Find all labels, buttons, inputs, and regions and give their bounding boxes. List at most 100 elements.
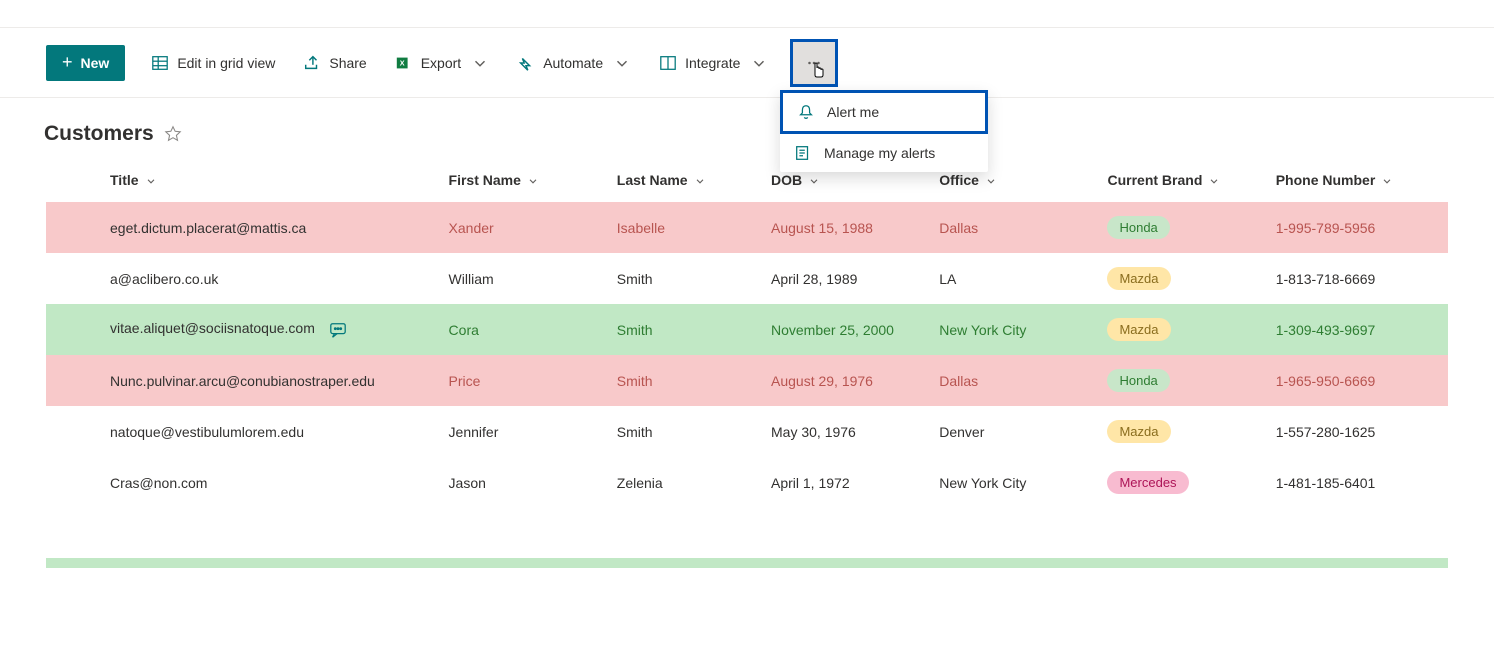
manage-alerts-icon — [794, 144, 812, 162]
cell-dob: August 29, 1976 — [761, 355, 929, 406]
automate-button[interactable]: Automate — [505, 45, 643, 81]
cell-phone: 1-557-280-1625 — [1266, 406, 1448, 457]
brand-pill: Mazda — [1107, 318, 1170, 341]
chevron-down-icon — [1208, 175, 1220, 187]
chevron-down-icon — [527, 175, 539, 187]
topbar-spacer — [0, 0, 1494, 28]
cell-brand: Honda — [1097, 202, 1265, 253]
star-outline-icon[interactable] — [164, 125, 182, 143]
excel-icon: X — [395, 54, 413, 72]
cell-brand: Mazda — [1097, 253, 1265, 304]
cell-brand: Honda — [1097, 355, 1265, 406]
cell-office: New York City — [929, 304, 1097, 355]
brand-pill: Honda — [1107, 369, 1169, 392]
manage-alerts-label: Manage my alerts — [824, 145, 935, 161]
item-link[interactable]: natoque@vestibulumlorem.edu — [110, 424, 304, 440]
cell-phone: 1-309-493-9697 — [1266, 304, 1448, 355]
automate-label: Automate — [543, 55, 603, 71]
col-first-name[interactable]: First Name — [439, 158, 607, 202]
item-link[interactable]: Nunc.pulvinar.arcu@conubianostraper.edu — [110, 373, 375, 389]
item-link[interactable]: eget.dictum.placerat@mattis.ca — [110, 220, 306, 236]
table-container: Title First Name Last Name DOB Office Cu… — [0, 158, 1494, 508]
share-label: Share — [329, 55, 366, 71]
cell-last-name: Zelenia — [607, 457, 761, 508]
export-label: Export — [421, 55, 461, 71]
more-actions-dropdown: Alert me Manage my alerts — [780, 90, 988, 172]
cell-first-name: Price — [439, 355, 607, 406]
new-button-label: New — [81, 55, 110, 71]
page-title: Customers — [44, 122, 154, 146]
cell-phone: 1-965-950-6669 — [1266, 355, 1448, 406]
cell-dob: August 15, 1988 — [761, 202, 929, 253]
cell-brand: Mazda — [1097, 406, 1265, 457]
chevron-down-icon — [613, 54, 631, 72]
cell-brand: Mazda — [1097, 304, 1265, 355]
page-header: Customers — [0, 98, 1494, 158]
cell-phone: 1-813-718-6669 — [1266, 253, 1448, 304]
col-phone[interactable]: Phone Number — [1266, 158, 1448, 202]
cell-title[interactable]: vitae.aliquet@sociisnatoque.com — [46, 304, 439, 355]
item-link[interactable]: vitae.aliquet@sociisnatoque.com — [110, 320, 315, 336]
brand-pill: Honda — [1107, 216, 1169, 239]
brand-pill: Mazda — [1107, 267, 1170, 290]
table-row[interactable]: vitae.aliquet@sociisnatoque.com CoraSmith… — [46, 304, 1448, 355]
cell-last-name: Smith — [607, 406, 761, 457]
alert-me-menu-item[interactable]: Alert me — [780, 90, 988, 134]
alert-me-label: Alert me — [827, 104, 879, 120]
brand-pill: Mazda — [1107, 420, 1170, 443]
table-row[interactable]: a@aclibero.co.ukWilliamSmithApril 28, 19… — [46, 253, 1448, 304]
cell-first-name: Xander — [439, 202, 607, 253]
item-link[interactable]: Cras@non.com — [110, 475, 207, 491]
cell-title[interactable]: Nunc.pulvinar.arcu@conubianostraper.edu — [46, 355, 439, 406]
cell-first-name: Cora — [439, 304, 607, 355]
brand-pill: Mercedes — [1107, 471, 1188, 494]
manage-alerts-menu-item[interactable]: Manage my alerts — [780, 134, 988, 172]
cell-dob: May 30, 1976 — [761, 406, 929, 457]
automate-icon — [517, 54, 535, 72]
cell-office: Dallas — [929, 202, 1097, 253]
cell-title[interactable]: a@aclibero.co.uk — [46, 253, 439, 304]
col-title[interactable]: Title — [46, 158, 439, 202]
chevron-down-icon — [694, 175, 706, 187]
integrate-label: Integrate — [685, 55, 740, 71]
cell-title[interactable]: natoque@vestibulumlorem.edu — [46, 406, 439, 457]
chevron-down-icon — [985, 175, 997, 187]
cell-office: LA — [929, 253, 1097, 304]
cell-title[interactable]: eget.dictum.placerat@mattis.ca — [46, 202, 439, 253]
table-row[interactable]: natoque@vestibulumlorem.eduJenniferSmith… — [46, 406, 1448, 457]
col-current-brand[interactable]: Current Brand — [1097, 158, 1265, 202]
cell-last-name: Smith — [607, 253, 761, 304]
edit-grid-button[interactable]: Edit in grid view — [139, 45, 287, 81]
cell-phone: 1-995-789-5956 — [1266, 202, 1448, 253]
integrate-button[interactable]: Integrate — [647, 45, 780, 81]
edit-grid-label: Edit in grid view — [177, 55, 275, 71]
cell-title[interactable]: Cras@non.com — [46, 457, 439, 508]
share-button[interactable]: Share — [291, 45, 378, 81]
table-row[interactable]: eget.dictum.placerat@mattis.ca XanderIsab… — [46, 202, 1448, 253]
bell-icon — [797, 103, 815, 121]
cell-last-name: Smith — [607, 304, 761, 355]
cell-phone: 1-481-185-6401 — [1266, 457, 1448, 508]
item-link[interactable]: a@aclibero.co.uk — [110, 271, 218, 287]
col-last-name[interactable]: Last Name — [607, 158, 761, 202]
cell-dob: April 28, 1989 — [761, 253, 929, 304]
cell-last-name: Smith — [607, 355, 761, 406]
plus-icon: + — [62, 52, 73, 73]
ellipsis-icon — [805, 54, 823, 72]
cell-first-name: Jason — [439, 457, 607, 508]
more-actions-button[interactable] — [790, 39, 838, 87]
svg-text:X: X — [400, 58, 405, 67]
cell-last-name: Isabelle — [607, 202, 761, 253]
table-row[interactable]: Nunc.pulvinar.arcu@conubianostraper.edu P… — [46, 355, 1448, 406]
export-button[interactable]: X Export — [383, 45, 501, 81]
grid-icon — [151, 54, 169, 72]
new-button[interactable]: + New — [46, 45, 125, 81]
cell-office: Dallas — [929, 355, 1097, 406]
table-row[interactable]: Cras@non.comJasonZeleniaApril 1, 1972New… — [46, 457, 1448, 508]
comment-icon[interactable] — [329, 320, 347, 336]
chevron-down-icon — [1381, 175, 1393, 187]
chevron-down-icon — [471, 54, 489, 72]
cell-dob: November 25, 2000 — [761, 304, 929, 355]
table-header-row: Title First Name Last Name DOB Office Cu… — [46, 158, 1448, 202]
cell-office: Denver — [929, 406, 1097, 457]
